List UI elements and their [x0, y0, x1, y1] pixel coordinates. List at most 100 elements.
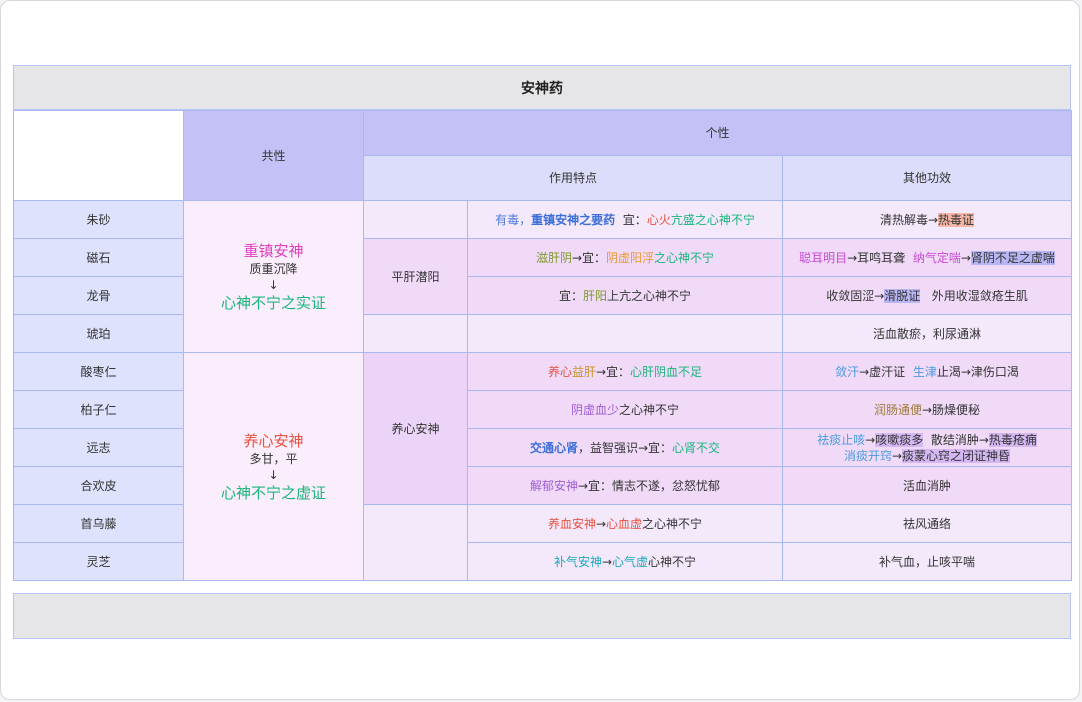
header-common: 共性 [183, 110, 364, 201]
herb-name: 朱砂 [13, 200, 184, 239]
sub-blank [363, 504, 468, 581]
other-cell: 润肠通便→肠燥便秘 [781, 390, 1073, 429]
text-segment: 心气虚 [612, 554, 649, 569]
text-segment: 养血安神 [547, 516, 596, 531]
text-segment: 清热解毒→ [879, 212, 939, 227]
other-cell: 清热解毒→热毒证 [781, 200, 1073, 239]
herb-name: 柏子仁 [13, 390, 184, 429]
group1-property: 质重沉降 [249, 261, 298, 276]
group2-property: 多甘，平 [249, 451, 298, 466]
table-title: 安神药 [13, 65, 1071, 110]
text-segment: → [595, 516, 607, 531]
text-segment: 宜： [558, 288, 583, 303]
group1-common: 重镇安神 质重沉降 ↓ 心神不宁之实证 [183, 200, 364, 353]
feature-cell: 滋肝阴→宜：阴虚阳浮之心神不宁 [467, 238, 783, 277]
text-segment: 心火 [646, 212, 671, 227]
group1-sub: 平肝潜阳 [363, 238, 468, 315]
group2-arrow: ↓ [268, 467, 279, 482]
feature-cell: 解郁安神→宜：情志不遂，忿怒忧郁 [467, 466, 783, 505]
text-segment: 痰蒙心窍之闭证神昏 [902, 448, 1011, 463]
herb-name: 龙骨 [13, 276, 184, 315]
text-segment: 补气安神 [553, 554, 602, 569]
text-segment: → [865, 432, 876, 447]
text-segment: 纳气定喘 [912, 250, 961, 265]
feature-cell: 宜：肝阳上亢之心神不宁 [467, 276, 783, 315]
group2-name: 养心安神 [243, 431, 304, 450]
text-segment: 之心神不宁 [654, 250, 715, 265]
text-segment: 心血虚 [606, 516, 643, 531]
feature-cell [467, 314, 783, 353]
text-segment: 之心神不宁 [642, 516, 703, 531]
text-segment: 补气血，止咳平喘 [879, 554, 976, 569]
text-segment: 心肾不交 [672, 440, 721, 455]
other-cell: 祛痰止咳→咳嗽痰多 散结消肿→热毒疮痈 消痰开窍→痰蒙心窍之闭证神昏 [781, 428, 1073, 467]
text-segment: → [960, 250, 971, 265]
group1-target: 心神不宁之实证 [220, 293, 326, 312]
text-segment: 热毒证 [938, 212, 975, 227]
feature-cell: 有毒，重镇安神之要药 宜：心火亢盛之心神不宁 [467, 200, 783, 239]
header-feature: 作用特点 [363, 155, 783, 201]
other-line: 祛痰止咳→咳嗽痰多 散结消肿→热毒疮痈 [787, 432, 1067, 448]
text-segment: 止渴→津伤口渴 [936, 364, 1019, 379]
text-segment: 祛痰止咳 [817, 432, 866, 447]
feature-cell: 养血安神→心血虚之心神不宁 [467, 504, 783, 543]
text-segment: 咳嗽痰多 [875, 432, 924, 447]
herb-table: 共性 个性 作用特点 其他功效 朱砂 重镇安神 质重沉降 ↓ 心神不宁之实证 有… [13, 110, 1073, 581]
text-segment: 外用收湿敛疮生肌 [920, 288, 1028, 303]
text-segment: 重镇安神之要药 [531, 212, 616, 227]
text-segment: 益肝 [571, 364, 596, 379]
group2-sub: 养心安神 [363, 352, 468, 505]
herb-name: 远志 [13, 428, 184, 467]
herb-name: 首乌藤 [13, 504, 184, 543]
text-segment: 活血消肿 [903, 478, 952, 493]
text-segment: 散结消肿→ [923, 432, 989, 447]
text-segment: 上亢之心神不宁 [607, 288, 692, 303]
herb-name: 磁石 [13, 238, 184, 277]
other-cell: 收敛固涩→滑脱证 外用收湿敛疮生肌 [781, 276, 1073, 315]
text-segment: →虚汗证 [859, 364, 913, 379]
feature-cell: 养心益肝→宜：心肝阴血不足 [467, 352, 783, 391]
text-segment: 有毒， [495, 212, 532, 227]
feature-cell: 交通心肾，益智强识→宜：心肾不交 [467, 428, 783, 467]
other-line: 消痰开窍→痰蒙心窍之闭证神昏 [787, 448, 1067, 464]
text-segment: →肠燥便秘 [921, 402, 981, 417]
text-segment: → [891, 448, 903, 463]
text-segment: 亢盛之心神不宁 [670, 212, 755, 227]
other-cell: 敛汗→虚汗证 生津止渴→津伤口渴 [781, 352, 1073, 391]
text-segment: 活血散瘀，利尿通淋 [873, 326, 982, 341]
text-segment: ，益智强识→宜： [577, 440, 673, 455]
corner-cell [13, 110, 184, 201]
group2-target: 心神不宁之虚证 [220, 483, 326, 502]
text-segment: →宜： [595, 364, 631, 379]
text-segment: 肾阴不足之虚喘 [970, 250, 1055, 265]
text-segment: → [601, 554, 613, 569]
text-segment: 心肝阴血不足 [630, 364, 703, 379]
text-segment: 养心 [547, 364, 572, 379]
feature-cell: 补气安神→心气虚心神不宁 [467, 542, 783, 581]
text-segment: 生津 [912, 364, 937, 379]
herb-name: 琥珀 [13, 314, 184, 353]
text-segment: 心神不宁 [648, 554, 697, 569]
other-cell: 祛风通络 [781, 504, 1073, 543]
other-cell: 活血消肿 [781, 466, 1073, 505]
text-segment: 阴虚阳浮 [606, 250, 655, 265]
text-segment: 消痰开窍 [843, 448, 892, 463]
text-segment: 解郁安神 [529, 478, 578, 493]
text-segment: 滑脱证 [884, 288, 921, 303]
sub-blank [363, 314, 468, 353]
text-segment: 阴虚血少 [570, 402, 619, 417]
herb-name: 合欢皮 [13, 466, 184, 505]
text-segment: 滋肝阴 [535, 250, 572, 265]
text-segment: 之心神不宁 [619, 402, 680, 417]
text-segment: 祛风通络 [903, 516, 952, 531]
document-frame: 安神药 共性 个性 作用特点 其他功效 朱砂 重镇安神 质重沉降 ↓ 心神不宁之… [0, 0, 1080, 700]
feature-cell: 阴虚血少之心神不宁 [467, 390, 783, 429]
herb-name: 灵芝 [13, 542, 184, 581]
text-segment: 肝阳 [582, 288, 607, 303]
text-segment: 交通心肾 [529, 440, 578, 455]
text-segment: 收敛固涩→ [826, 288, 885, 303]
other-cell: 聪耳明目→耳鸣耳聋 纳气定喘→肾阴不足之虚喘 [781, 238, 1073, 277]
header-individual: 个性 [362, 110, 1073, 156]
group2-common: 养心安神 多甘，平 ↓ 心神不宁之虚证 [183, 352, 364, 581]
header-other: 其他功效 [781, 155, 1073, 201]
